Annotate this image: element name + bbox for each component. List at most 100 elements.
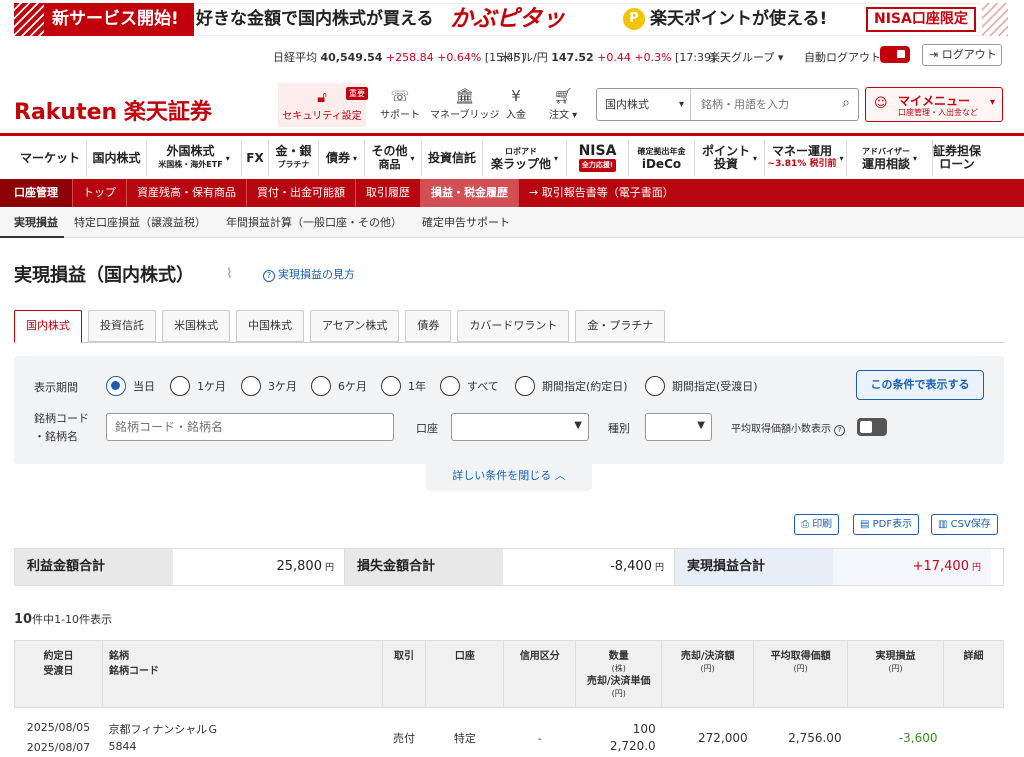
- filter-panel: 表示期間 当日 1ケ月 3ケ月 6ケ月 1年 すべて 期間指定(約定日) 期間指…: [14, 356, 1004, 464]
- tab-gold-platinum[interactable]: 金・プラチナ: [575, 310, 666, 342]
- subnav-top[interactable]: トップ: [73, 179, 127, 207]
- nav-advisor[interactable]: アドバイザー 運用相談 ▾: [847, 140, 933, 176]
- pdf-button[interactable]: ▤ PDF表示: [853, 514, 920, 535]
- tab-investment-trust[interactable]: 投資信託: [88, 310, 156, 342]
- tab-us-stock[interactable]: 米国株式: [162, 310, 230, 342]
- profit-total-label: 利益金額合計: [15, 549, 173, 585]
- nav-other-products[interactable]: その他 商品 ▾: [365, 140, 422, 176]
- rakuten-group-menu[interactable]: 楽天グループ ▾: [709, 49, 783, 65]
- nav-point-invest[interactable]: ポイント 投資 ▾: [695, 140, 765, 176]
- help-icon[interactable]: ?: [834, 425, 846, 436]
- banner-brand: かぶピタッ: [450, 6, 565, 32]
- nav-investment-trust[interactable]: 投資信託: [422, 140, 483, 176]
- radio-unchecked: [311, 376, 331, 396]
- logout-button[interactable]: ⇥ ログアウト: [922, 44, 1002, 66]
- nav-bonds[interactable]: 債券 ▾: [319, 140, 365, 176]
- nav-foreign-stock[interactable]: 外国株式 米国株・海外ETF ▾: [147, 140, 242, 176]
- csv-button[interactable]: ▥ CSV保存: [931, 514, 998, 535]
- period-settle-date-radio[interactable]: 期間指定(受渡日): [645, 376, 758, 396]
- chevron-down-icon: ▾: [410, 153, 415, 163]
- cell-qty: 100: [632, 722, 656, 736]
- col-qty: 数量 (株) 売却/決済単価 (円): [575, 640, 663, 708]
- nav-fx[interactable]: FX: [242, 140, 269, 176]
- nav-domestic-stock[interactable]: 国内株式: [87, 140, 147, 176]
- collapse-filter-button[interactable]: 詳しい条件を閉じる ︿: [426, 464, 592, 491]
- account-select[interactable]: [451, 413, 589, 441]
- auto-logout-toggle[interactable]: [880, 46, 910, 63]
- type-select[interactable]: [645, 413, 712, 441]
- radio-unchecked: [645, 376, 665, 396]
- search-input[interactable]: [693, 89, 833, 120]
- col-qty-label: 数量: [608, 651, 629, 662]
- howto-link[interactable]: ? 実現損益の見方: [263, 266, 355, 282]
- cell-detail[interactable]: [943, 707, 1004, 757]
- table-row: 2025/08/05 2025/08/07 京都フィナンシャルＧ 5844 売付 特…: [14, 707, 1004, 757]
- cell-stock-name[interactable]: 京都フィナンシャルＧ: [108, 723, 218, 736]
- tab-domestic-stock[interactable]: 国内株式: [14, 310, 82, 343]
- realized-pl-table: 約定日 受渡日 銘柄 銘柄コード 取引 口座 信用区分 数量 (株) 売却/決済単価 (円…: [14, 640, 1005, 757]
- tab-bonds[interactable]: 債券: [405, 310, 452, 342]
- col-avg-unit: (円): [793, 664, 808, 673]
- avg-decimal-toggle[interactable]: [857, 418, 887, 436]
- user-icon: ☺: [874, 96, 888, 111]
- nav-roboad[interactable]: ロボアド 楽ラップ他 ▾: [483, 140, 567, 176]
- cell-trade: 売付: [382, 707, 426, 757]
- my-menu-button[interactable]: ☺ マイメニュー 口座管理・入出金など ▾: [865, 87, 1003, 122]
- subnav-account-management[interactable]: 口座管理: [0, 179, 73, 207]
- period-1y-radio[interactable]: 1年: [381, 376, 426, 396]
- rakuten-logo[interactable]: Rakuten 楽天証券: [14, 94, 212, 126]
- cart-icon: 🛒︎: [553, 87, 573, 105]
- subnav-trade-history[interactable]: 取引履歴: [356, 179, 421, 207]
- site-header: Rakuten 楽天証券 🔓︎ セキュリティ設定 重要 ☏ サポート 🏛︎ マネ…: [0, 76, 1024, 136]
- period-1m-label: 1ケ月: [197, 380, 226, 393]
- period-6m-radio[interactable]: 6ケ月: [311, 376, 367, 396]
- radio-unchecked: [515, 376, 535, 396]
- paperclip-icon[interactable]: ⌇: [226, 266, 233, 282]
- nav-nisa[interactable]: NISA 全力応援!: [567, 140, 629, 176]
- nav-gold-silver[interactable]: 金・銀 プラチナ: [269, 140, 319, 176]
- tab-asean-stock[interactable]: アセアン株式: [310, 310, 400, 342]
- period-all-radio[interactable]: すべて: [440, 376, 499, 396]
- print-button[interactable]: ⎙ 印刷: [794, 514, 840, 535]
- profit-total-number: 25,800: [276, 559, 322, 574]
- nav-securities-loan[interactable]: 証券担保 ローン: [933, 140, 981, 176]
- tab-tax-return-support[interactable]: 確定申告サポート: [412, 208, 520, 238]
- tab-realized-pl[interactable]: 実現損益: [0, 208, 64, 238]
- usd-change: +0.44 +0.3%: [597, 51, 672, 64]
- search-category-select[interactable]: 国内株式: [597, 89, 691, 120]
- tab-specific-account-pl[interactable]: 特定口座損益（譲渡益税）: [64, 208, 216, 238]
- search-icon[interactable]: ⌕: [842, 95, 850, 111]
- security-settings-button[interactable]: 🔓︎ セキュリティ設定 重要: [278, 83, 368, 127]
- period-3m-radio[interactable]: 3ケ月: [241, 376, 297, 396]
- tab-covered-warrant[interactable]: カバードワラント: [457, 310, 570, 342]
- col-name: 銘柄 銘柄コード: [101, 640, 383, 708]
- subnav-buying-power[interactable]: 買付・出金可能額: [247, 179, 356, 207]
- period-trade-date-radio[interactable]: 期間指定(約定日): [515, 376, 628, 396]
- subnav-pl-tax-history[interactable]: 損益・税金履歴: [421, 179, 519, 207]
- tab-annual-pl[interactable]: 年間損益計算（一般口座・その他）: [216, 208, 412, 238]
- apply-filter-button[interactable]: この条件で表示する: [856, 370, 984, 400]
- tab-china-stock[interactable]: 中国株式: [236, 310, 304, 342]
- radio-unchecked: [170, 376, 190, 396]
- nav-nisa-sub: 全力応援!: [578, 158, 617, 172]
- nav-money-management[interactable]: マネー運用 ~3.81% 税引前 ▾: [765, 140, 847, 176]
- support-button[interactable]: ☏ サポート: [380, 86, 420, 121]
- cell-settle-date: 2025/08/07: [26, 741, 91, 754]
- yen-unit: 円: [971, 563, 981, 573]
- nav-advisor-sub: 運用相談: [861, 157, 910, 171]
- loss-total-label: 損失金額合計: [345, 549, 503, 585]
- nav-ideco[interactable]: 確定拠出年金 iDeCo: [629, 140, 695, 176]
- period-today-radio[interactable]: 当日: [106, 376, 155, 396]
- money-bridge-button[interactable]: 🏛︎ マネーブリッジ: [430, 86, 499, 121]
- subnav-assets[interactable]: 資産残高・保有商品: [127, 179, 247, 207]
- account-subnav: 口座管理 トップ 資産残高・保有商品 買付・出金可能額 取引履歴 損益・税金履歴…: [0, 179, 1024, 207]
- promo-banner[interactable]: 新サービス開始! 好きな金額で国内株式が買える かぶピタッ P 楽天ポイントが使…: [0, 0, 1024, 38]
- period-label: 表示期間: [34, 381, 78, 394]
- subnav-trade-reports[interactable]: → 取引報告書等（電子書面）: [519, 179, 684, 207]
- period-1m-radio[interactable]: 1ケ月: [170, 376, 226, 396]
- stock-code-input[interactable]: [106, 413, 394, 441]
- deposit-button[interactable]: ¥ 入金: [506, 86, 526, 121]
- col-trade: 取引: [381, 640, 427, 708]
- order-button[interactable]: 🛒︎ 注文 ▾: [549, 86, 577, 121]
- nav-market[interactable]: マーケット: [14, 140, 87, 176]
